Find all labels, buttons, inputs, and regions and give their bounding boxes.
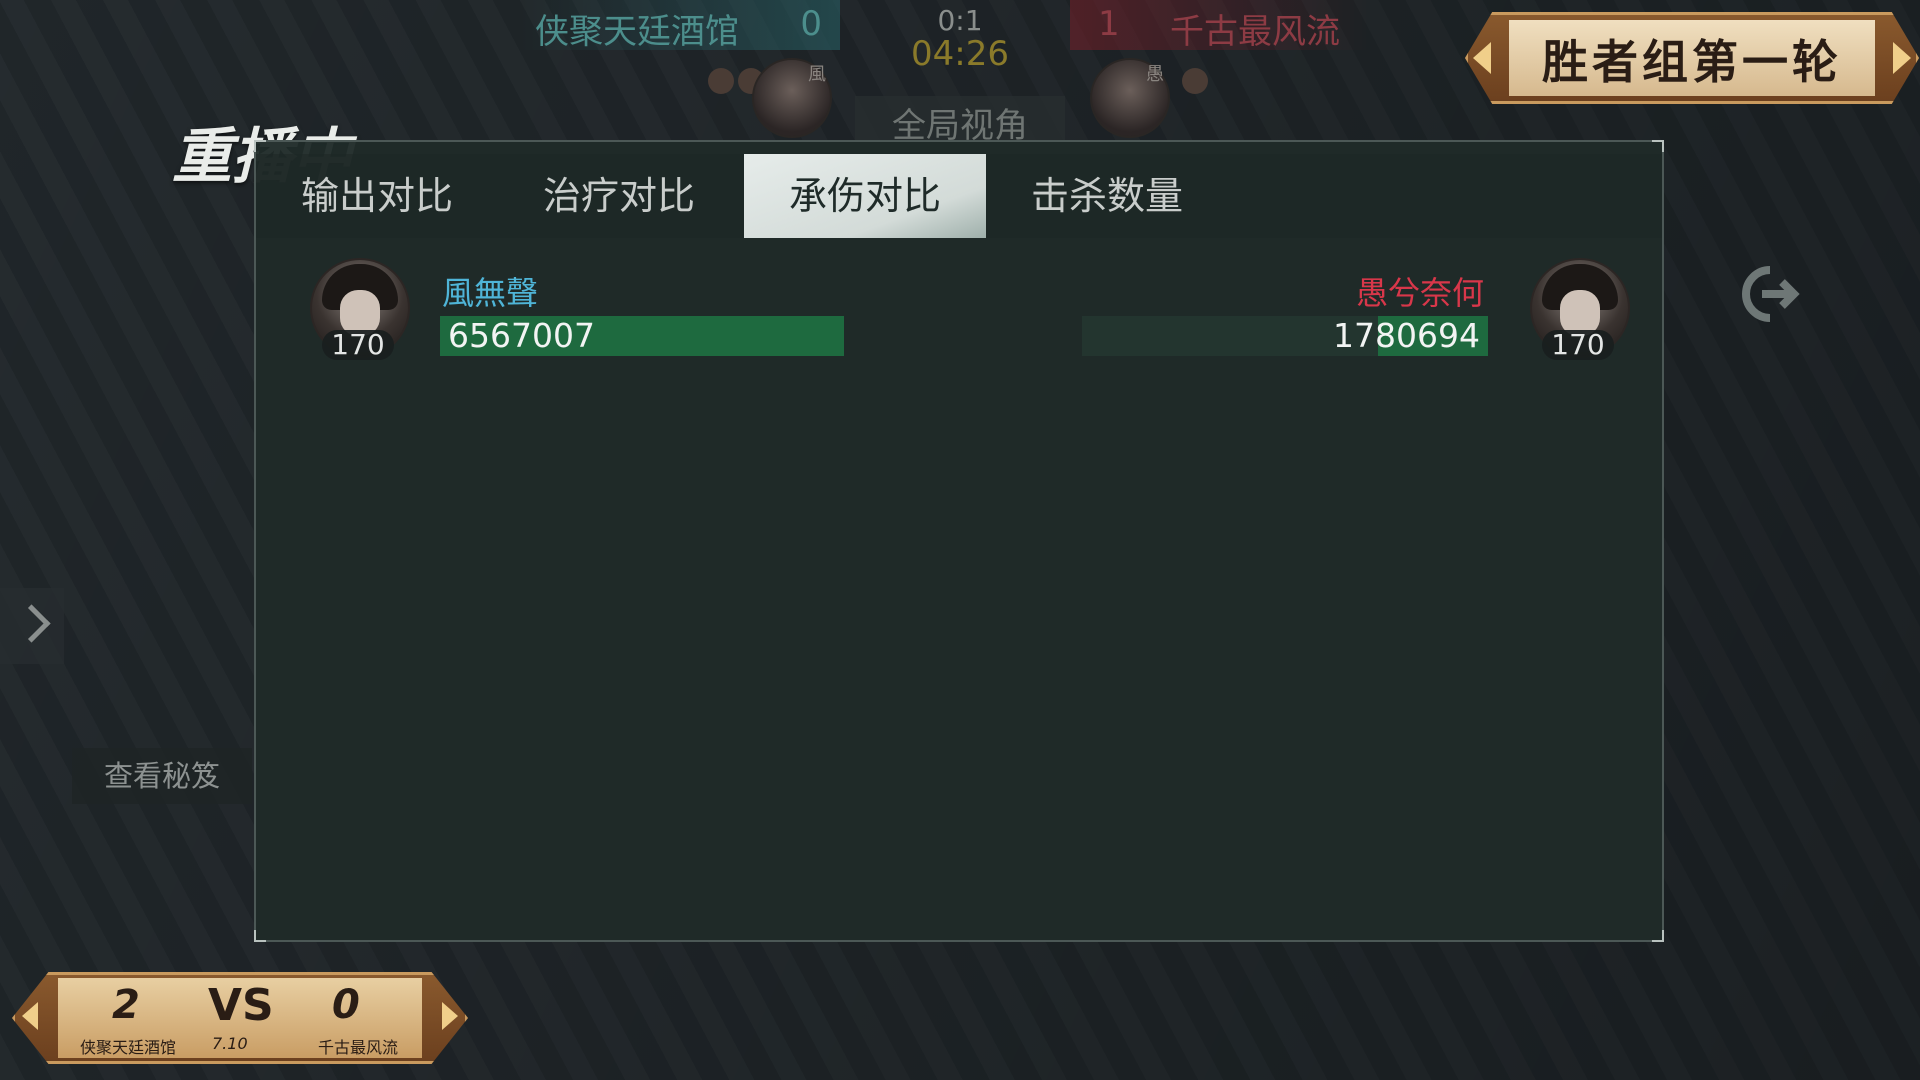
arrow-left-icon	[1473, 42, 1491, 74]
right-player-level: 170	[1542, 330, 1614, 360]
right-team-panel: 1 千古最风流	[1070, 0, 1370, 52]
round-banner: 胜者组第一轮	[1465, 12, 1919, 104]
left-player-name: 風無聲	[442, 274, 539, 312]
arrow-right-icon	[1893, 42, 1911, 74]
left-team-name: 侠聚天廷酒馆	[535, 12, 739, 52]
match-score: 0:1	[937, 4, 983, 37]
comparison-tabs: 输出对比 治疗对比 承伤对比 击杀数量	[256, 154, 1662, 238]
match-timer: 04:26	[911, 34, 1009, 74]
series-left-team: 侠聚天廷酒馆	[80, 1038, 177, 1057]
left-player-value: 6567007	[448, 316, 595, 355]
tab-healing[interactable]: 治疗对比	[498, 154, 740, 238]
panel-corner	[254, 930, 266, 942]
right-player-name: 愚兮奈何	[1355, 274, 1484, 312]
view-secret-button[interactable]: 查看秘笈	[72, 748, 252, 804]
panel-corner	[254, 140, 266, 152]
panel-corner	[1652, 140, 1664, 152]
tab-damage-output[interactable]: 输出对比	[256, 154, 498, 238]
arrow-left-icon[interactable]	[22, 1002, 38, 1030]
series-score-badge: 2 VS 0 侠聚天廷酒馆 7.10 千古最风流	[12, 972, 468, 1064]
series-left-score: 2	[112, 982, 140, 1028]
series-vs: VS	[208, 980, 274, 1031]
skill-icon	[708, 68, 734, 94]
arrow-right-icon[interactable]	[442, 1002, 458, 1030]
overview-button[interactable]: 全局视角	[855, 96, 1065, 142]
side-panel-toggle[interactable]	[0, 588, 64, 664]
left-team-score: 0	[800, 4, 822, 44]
chevron-right-icon	[12, 604, 51, 643]
right-player-value: 1780694	[1333, 316, 1480, 355]
skill-icon	[1182, 68, 1208, 94]
series-right-score: 0	[332, 982, 360, 1028]
round-label: 胜者组第一轮	[1542, 35, 1842, 89]
left-avatar-tag: 風	[808, 64, 826, 85]
series-date: 7.10	[212, 1034, 248, 1053]
right-team-name: 千古最风流	[1170, 12, 1340, 52]
tab-damage-taken[interactable]: 承伤对比	[744, 154, 986, 238]
series-right-team: 千古最风流	[318, 1038, 399, 1057]
right-team-score: 1	[1098, 4, 1120, 44]
left-team-panel: 侠聚天廷酒馆 0	[520, 0, 840, 52]
panel-corner	[1652, 930, 1664, 942]
right-avatar-tag: 愚	[1146, 64, 1164, 85]
exit-icon[interactable]	[1740, 264, 1800, 324]
tab-kills[interactable]: 击杀数量	[986, 154, 1228, 238]
left-player-level: 170	[322, 330, 394, 360]
comparison-panel: 输出对比 治疗对比 承伤对比 击杀数量 170 風無聲 6567007 170 …	[254, 140, 1664, 942]
